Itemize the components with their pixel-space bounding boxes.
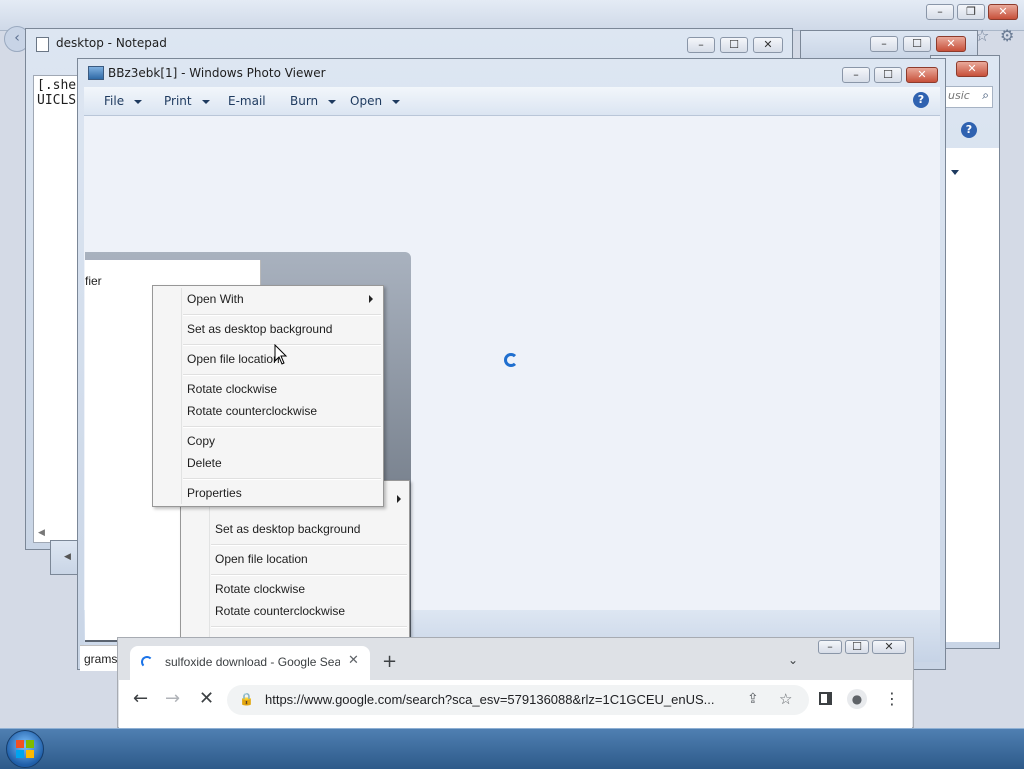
menu-properties[interactable]: Properties [187, 482, 242, 504]
back-button[interactable]: ← [133, 688, 148, 709]
open-dropdown-icon [392, 99, 401, 104]
photo-viewer-title: BBz3ebk[1] - Windows Photo Viewer [108, 66, 326, 80]
lock-icon: 🔒 [239, 692, 254, 706]
menu-copy[interactable]: Copy [187, 430, 215, 452]
photo-viewer-maximize-button[interactable]: ☐ [874, 67, 902, 83]
notepad-close-button[interactable]: ✕ [753, 37, 783, 53]
profile-avatar[interactable]: ● [847, 689, 867, 709]
windows-logo-icon [16, 740, 34, 758]
bookmark-star-icon[interactable]: ☆ [779, 690, 792, 708]
notepad-minimize-button[interactable]: – [687, 37, 715, 53]
embedded-label: fier [85, 274, 102, 288]
mouse-cursor-icon [274, 344, 288, 365]
stop-loading-button[interactable]: ✕ [199, 688, 214, 709]
submenu-arrow-icon [397, 495, 401, 503]
print-menu[interactable]: Print [164, 87, 210, 115]
menu-open-with[interactable]: Open With [187, 288, 244, 310]
print-dropdown-icon [201, 99, 210, 104]
bg-restore-button[interactable]: ❐ [957, 4, 985, 20]
side-panel-icon[interactable] [819, 692, 832, 705]
explorer-search-hint: usic [948, 89, 970, 102]
menu-separator [183, 374, 381, 376]
bg-minimize-button[interactable]: – [926, 4, 954, 20]
file-dropdown-icon [134, 99, 143, 104]
chrome-maximize-button[interactable]: ☐ [845, 640, 869, 654]
start-button[interactable] [6, 730, 44, 768]
explorer-close-button[interactable]: ✕ [956, 61, 988, 77]
photo-viewer-minimize-button[interactable]: – [842, 67, 870, 83]
file-menu-label: File [104, 94, 125, 108]
middle-close-button[interactable]: ✕ [936, 36, 966, 52]
taskbar [0, 728, 1024, 769]
menu-open-file-location[interactable]: Open file location [187, 348, 280, 370]
menu-set-desktop-background[interactable]: Set as desktop background [187, 318, 332, 340]
chrome-toolbar: ← → ✕ 🔒 https://www.google.com/search?sc… [119, 680, 912, 728]
middle-minimize-button[interactable]: – [870, 36, 898, 52]
loading-spinner-icon [504, 353, 518, 367]
stacked-scroll-left-icon[interactable]: ◀ [64, 552, 71, 562]
file-menu[interactable]: File [104, 87, 143, 115]
notepad-icon [36, 37, 49, 52]
notepad-scroll-left-icon[interactable]: ◀ [38, 528, 45, 538]
notepad-title: desktop - Notepad [56, 36, 167, 50]
open-menu[interactable]: Open [350, 87, 401, 115]
chrome-menu-icon[interactable]: ⋮ [884, 689, 900, 708]
gear-icon[interactable]: ⚙ [1000, 26, 1014, 45]
explorer-content-pane [941, 148, 999, 642]
tab-title: sulfoxide download - Google Sea [165, 655, 340, 669]
burn-menu-label: Burn [290, 94, 319, 108]
menu-rotate-counterclockwise[interactable]: Rotate counterclockwise [187, 400, 317, 422]
open-menu-label: Open [350, 94, 383, 108]
submenu-arrow-icon [369, 295, 373, 303]
chrome-close-button[interactable]: ✕ [872, 640, 906, 654]
bg-close-button[interactable]: ✕ [988, 4, 1018, 20]
back-menu-rotate-counterclockwise[interactable]: Rotate counterclockwise [215, 600, 345, 622]
url-text: https://www.google.com/search?sca_esv=57… [265, 692, 715, 707]
back-menu-set-desktop-background[interactable]: Set as desktop background [215, 518, 360, 540]
notepad-line-1: [.she [37, 78, 77, 93]
photo-viewer-command-bar: File Print E-mail Burn Open ? [84, 87, 940, 116]
photo-viewer-app-icon [88, 66, 104, 80]
email-button[interactable]: E-mail [228, 87, 266, 115]
notepad-line-2: UICLS [37, 93, 77, 108]
middle-maximize-button[interactable]: ☐ [903, 36, 931, 52]
context-menu: Open With Set as desktop background Open… [152, 285, 384, 507]
menu-rotate-clockwise[interactable]: Rotate clockwise [187, 378, 277, 400]
back-menu-open-file-location[interactable]: Open file location [215, 548, 308, 570]
menu-separator [183, 478, 381, 480]
back-menu-rotate-clockwise[interactable]: Rotate clockwise [215, 578, 305, 600]
burn-dropdown-icon [328, 99, 337, 104]
address-bar[interactable]: 🔒 https://www.google.com/search?sca_esv=… [227, 685, 809, 715]
embedded-bottom-label: grams [84, 652, 118, 666]
explorer-dropdown-arrow-icon[interactable] [951, 170, 959, 175]
menu-separator [183, 314, 381, 316]
explorer-search-box[interactable]: usic ⌕ [941, 86, 993, 108]
new-tab-button[interactable]: + [382, 651, 397, 672]
chrome-tab[interactable]: sulfoxide download - Google Sea ✕ [130, 646, 370, 680]
menu-separator [183, 426, 381, 428]
background-window-titlebar [0, 0, 1024, 31]
tab-close-icon[interactable]: ✕ [348, 653, 359, 668]
chrome-minimize-button[interactable]: – [818, 640, 842, 654]
embedded-bottom-strip: grams [80, 645, 120, 671]
tab-loading-icon [141, 656, 153, 668]
tab-search-chevron-icon[interactable]: ⌄ [788, 653, 798, 667]
context-menu-gutter [181, 288, 182, 504]
back-menu-separator [211, 626, 407, 628]
menu-delete[interactable]: Delete [187, 452, 222, 474]
back-menu-separator [211, 544, 407, 546]
burn-menu[interactable]: Burn [290, 87, 337, 115]
search-icon: ⌕ [982, 88, 989, 102]
print-menu-label: Print [164, 94, 192, 108]
chrome-window: – ☐ ✕ sulfoxide download - Google Sea ✕ … [117, 637, 914, 728]
explorer-help-icon[interactable]: ? [961, 122, 977, 138]
back-menu-separator [211, 574, 407, 576]
help-icon[interactable]: ? [913, 92, 929, 108]
notepad-maximize-button[interactable]: ☐ [720, 37, 748, 53]
forward-button[interactable]: → [165, 688, 180, 709]
photo-viewer-close-button[interactable]: ✕ [906, 67, 938, 83]
share-icon[interactable]: ⇪ [747, 691, 759, 707]
